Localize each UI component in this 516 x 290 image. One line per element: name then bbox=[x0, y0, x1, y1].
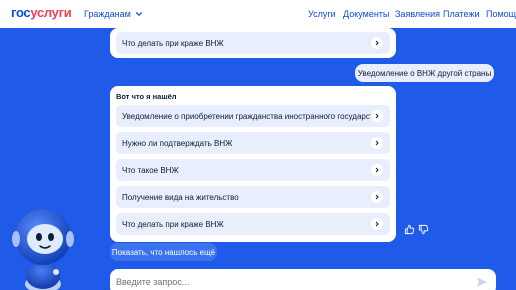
chevron-right-icon bbox=[371, 110, 383, 122]
result-item-get-residence[interactable]: Получение вида на жительство bbox=[116, 186, 390, 208]
show-more-button[interactable]: Показать, что нашлось ещё bbox=[110, 243, 217, 261]
robot-assistant-icon bbox=[12, 209, 74, 290]
result-item-label: Что делать при краже ВНЖ bbox=[122, 38, 224, 48]
nav-payments[interactable]: Платежи bbox=[443, 9, 480, 19]
result-item[interactable]: Что делать при краже ВНЖ bbox=[116, 32, 390, 54]
bot-results-message: Вот что я нашёл Уведомление о приобретен… bbox=[110, 86, 396, 242]
nav-services[interactable]: Услуги bbox=[308, 9, 336, 19]
chat-input[interactable] bbox=[116, 273, 446, 290]
thumbs-down-icon[interactable] bbox=[418, 224, 429, 235]
nav-help[interactable]: Помощь bbox=[486, 9, 516, 19]
results-title: Вот что я нашёл bbox=[116, 92, 177, 101]
citizens-label: Гражданам bbox=[84, 9, 131, 19]
result-item-citizenship-notice[interactable]: Уведомление о приобретении гражданства и… bbox=[116, 105, 390, 127]
previous-bot-message: Что делать при краже ВНЖ bbox=[110, 28, 396, 58]
top-header: госуслуги Гражданам Услуги Документы Зая… bbox=[0, 0, 516, 28]
chevron-right-icon bbox=[371, 218, 383, 230]
citizens-menu[interactable]: Гражданам bbox=[84, 9, 143, 19]
chevron-right-icon bbox=[371, 191, 383, 203]
result-item-label: Получение вида на жительство bbox=[122, 192, 239, 202]
result-item-confirm-residence[interactable]: Нужно ли подтверждать ВНЖ bbox=[116, 132, 390, 154]
chevron-down-icon bbox=[135, 12, 142, 17]
send-icon[interactable] bbox=[476, 276, 488, 288]
chevron-right-icon bbox=[371, 137, 383, 149]
chevron-right-icon bbox=[371, 37, 383, 49]
gosuslugi-logo[interactable]: госуслуги bbox=[11, 5, 72, 20]
result-item-label: Что делать при краже ВНЖ bbox=[122, 219, 224, 229]
result-item-what-is-residence[interactable]: Что такое ВНЖ bbox=[116, 159, 390, 181]
chevron-right-icon bbox=[371, 164, 383, 176]
chat-input-bar bbox=[110, 269, 496, 290]
user-message: Уведомление о ВНЖ другой страны bbox=[355, 64, 494, 82]
nav-documents[interactable]: Документы bbox=[343, 9, 389, 19]
nav-applications[interactable]: Заявления bbox=[395, 9, 440, 19]
result-item-label: Что такое ВНЖ bbox=[122, 165, 179, 175]
thumbs-up-icon[interactable] bbox=[404, 224, 415, 235]
result-item-theft[interactable]: Что делать при краже ВНЖ bbox=[116, 213, 390, 235]
result-item-label: Нужно ли подтверждать ВНЖ bbox=[122, 138, 233, 148]
result-item-label: Уведомление о приобретении гражданства и… bbox=[122, 111, 383, 121]
